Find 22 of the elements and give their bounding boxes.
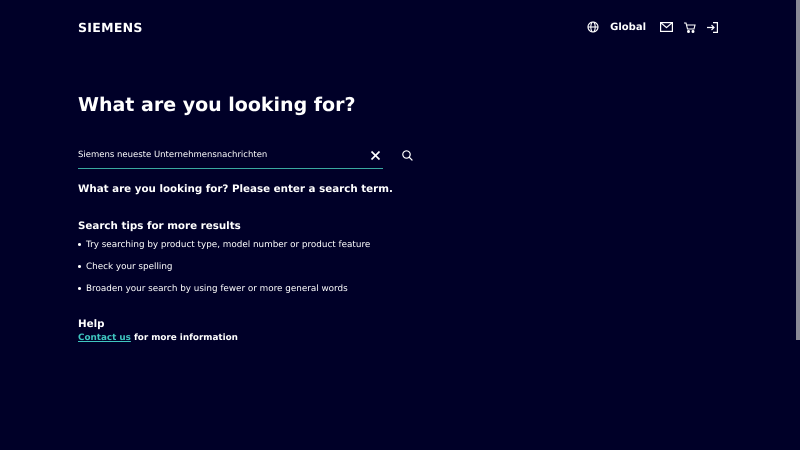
logo[interactable]: SIEMENS	[78, 20, 143, 34]
globe-icon[interactable]	[587, 21, 600, 33]
mail-icon[interactable]	[660, 22, 673, 32]
search-tip: Try searching by product type, model number or product feature	[86, 240, 370, 250]
help-heading: Help	[78, 318, 106, 330]
search-tip: Broaden your search by using fewer or more general words	[86, 284, 348, 294]
tips-heading: Search tips for more results	[78, 220, 242, 232]
cart-icon[interactable]	[684, 22, 696, 32]
close-icon[interactable]	[370, 150, 381, 160]
scrollbar[interactable]	[796, 0, 800, 340]
search-icon[interactable]	[402, 150, 413, 160]
search-tip: Check your spelling	[86, 262, 173, 272]
bullet-icon	[78, 265, 81, 268]
bullet-icon	[78, 243, 81, 246]
search-field[interactable]: Siemens neueste Unternehmensnachrichten	[78, 141, 383, 169]
page-heading: What are you looking for?	[78, 93, 356, 117]
bullet-icon	[78, 287, 81, 290]
search-message: What are you looking for? Please enter a search term.	[78, 183, 394, 195]
login-icon[interactable]	[707, 22, 718, 32]
help-text: Contact us for more information	[78, 333, 239, 343]
region-button[interactable]: Global	[610, 22, 646, 32]
contact-link[interactable]: Contact us	[78, 333, 131, 343]
